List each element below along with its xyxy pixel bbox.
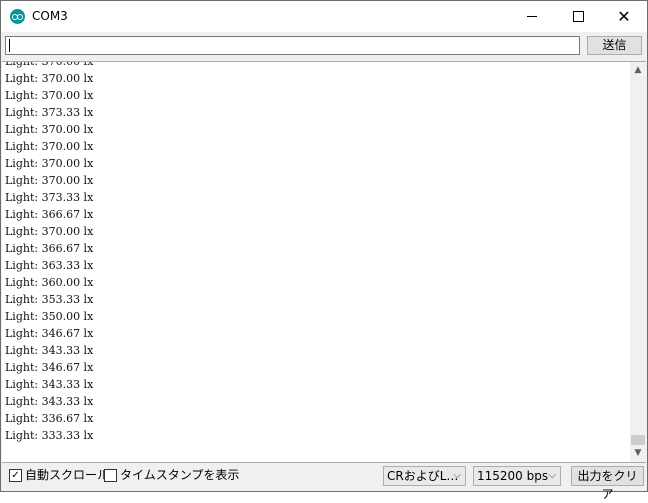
window-title: COM3	[32, 9, 68, 23]
chevron-down-icon[interactable]: ▼	[630, 445, 646, 462]
baud-rate-select[interactable]: 115200 bps ⌵	[473, 466, 561, 486]
output-line: Light: 350.00 lx	[5, 310, 94, 323]
autoscroll-checkbox[interactable]: ✓	[9, 469, 22, 482]
output-line: Light: 343.33 lx	[5, 344, 94, 357]
title-bar: COM3 ✕	[1, 1, 647, 32]
close-button[interactable]: ✕	[601, 1, 647, 32]
output-line: Light: 346.67 lx	[5, 361, 94, 374]
output-line: Light: 370.00 lx	[5, 61, 94, 68]
output-line: Light: 336.67 lx	[5, 412, 94, 425]
line-ending-value: CRおよびL…	[387, 469, 459, 483]
output-lines: Light: 370.00 lx Light: 370.00 lx Light: 3…	[5, 61, 94, 444]
output-line: Light: 333.33 lx	[5, 429, 94, 442]
check-icon: ✓	[11, 470, 20, 481]
serial-output-area[interactable]: Light: 370.00 lx Light: 370.00 lx Light: 3…	[2, 61, 646, 463]
timestamp-label: タイムスタンプを表示	[120, 468, 240, 482]
send-button[interactable]: 送信	[587, 36, 642, 55]
minimize-button[interactable]	[509, 1, 555, 32]
text-caret	[9, 39, 10, 52]
maximize-button[interactable]	[555, 1, 601, 32]
output-line: Light: 346.67 lx	[5, 327, 94, 340]
output-line: Light: 370.00 lx	[5, 140, 94, 153]
output-line: Light: 366.67 lx	[5, 242, 94, 255]
output-line: Light: 360.00 lx	[5, 276, 94, 289]
close-icon: ✕	[617, 7, 631, 26]
output-line: Light: 370.00 lx	[5, 174, 94, 187]
line-ending-select[interactable]: CRおよびL… ⌵	[383, 466, 466, 486]
chevron-down-icon: ⌵	[548, 470, 556, 481]
output-line: Light: 373.33 lx	[5, 106, 94, 119]
timestamp-checkbox[interactable]	[104, 469, 117, 482]
output-line: Light: 370.00 lx	[5, 72, 94, 85]
minimize-icon	[527, 16, 537, 17]
chevron-up-icon[interactable]: ▲	[630, 62, 646, 79]
autoscroll-label: 自動スクロール	[25, 468, 110, 482]
serial-monitor-window: COM3 ✕ 送信 Light: 370.00 lx Light: 370.00 …	[0, 0, 648, 492]
baud-rate-value: 115200 bps	[477, 469, 549, 483]
output-line: Light: 353.33 lx	[5, 293, 94, 306]
maximize-icon	[573, 11, 584, 22]
chevron-down-icon: ⌵	[453, 470, 461, 481]
output-line: Light: 370.00 lx	[5, 89, 94, 102]
output-line: Light: 343.33 lx	[5, 378, 94, 391]
scroll-thumb[interactable]	[631, 435, 645, 445]
arduino-app-icon	[10, 9, 25, 24]
output-line: Light: 373.33 lx	[5, 191, 94, 204]
output-line: Light: 343.33 lx	[5, 395, 94, 408]
output-line: Light: 366.67 lx	[5, 208, 94, 221]
clear-output-button[interactable]: 出力をクリア	[571, 466, 644, 501]
output-line: Light: 370.00 lx	[5, 157, 94, 170]
output-line: Light: 370.00 lx	[5, 123, 94, 136]
output-line: Light: 363.33 lx	[5, 259, 94, 272]
send-input[interactable]	[5, 36, 580, 55]
output-line: Light: 370.00 lx	[5, 225, 94, 238]
vertical-scrollbar[interactable]: ▲ ▼	[630, 62, 646, 462]
